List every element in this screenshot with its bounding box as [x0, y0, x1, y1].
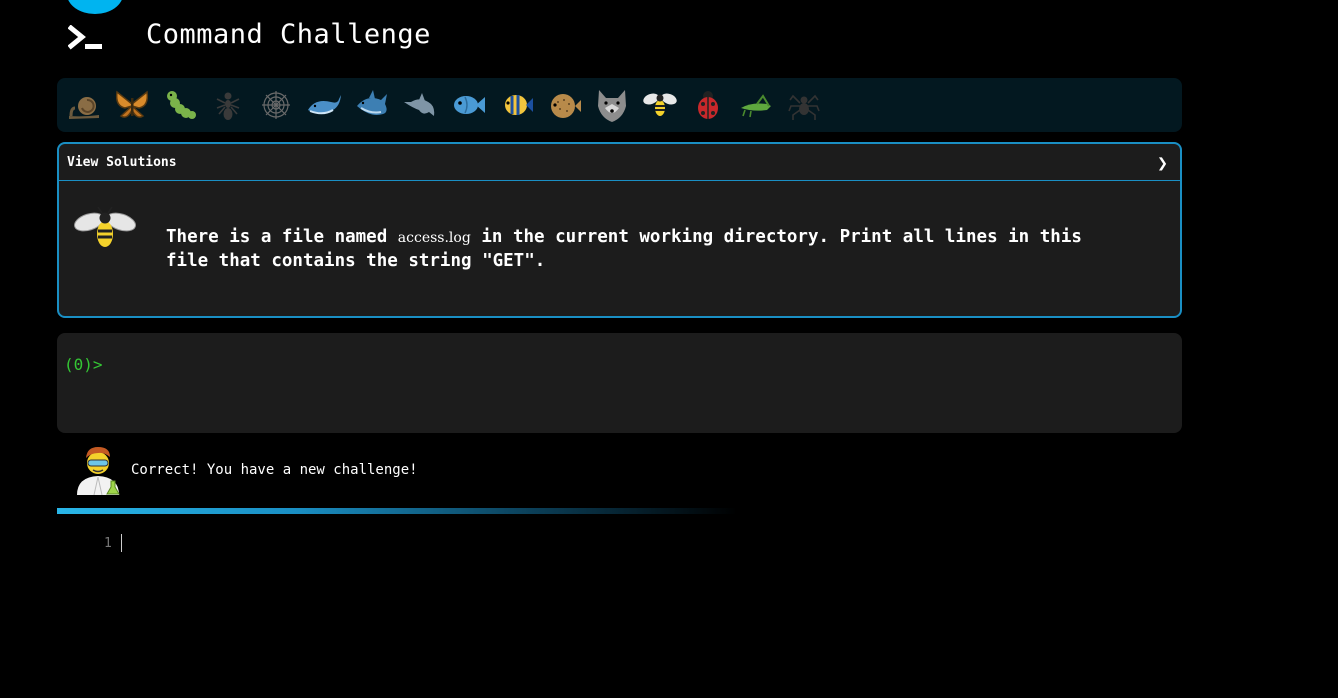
- fish-icon[interactable]: [449, 86, 487, 124]
- snail-icon[interactable]: [65, 86, 103, 124]
- status-text: Correct! You have a new challenge!: [131, 462, 418, 478]
- bee-icon[interactable]: [641, 86, 679, 124]
- ant-icon[interactable]: [209, 86, 247, 124]
- line-number: 1: [104, 536, 112, 551]
- terminal-prompt: (0)>: [64, 355, 103, 374]
- terminal-input[interactable]: (0)>: [57, 333, 1182, 433]
- app-title: Command Challenge: [146, 19, 431, 50]
- top-accent-shape: [67, 0, 123, 14]
- caterpillar-icon[interactable]: [161, 86, 199, 124]
- text-cursor: [121, 534, 122, 552]
- progress-bar: [57, 508, 737, 514]
- spider-web-icon[interactable]: [257, 86, 295, 124]
- ladybug-icon[interactable]: [689, 86, 727, 124]
- tropical-fish-icon[interactable]: [497, 86, 535, 124]
- dolphin-icon[interactable]: [401, 86, 439, 124]
- pufferfish-icon[interactable]: [545, 86, 583, 124]
- terminal-prompt-icon: [68, 25, 102, 50]
- bee-icon: [74, 206, 136, 247]
- cricket-icon[interactable]: [737, 86, 775, 124]
- challenge-panel: View Solutions ❯ There is a file named a…: [57, 142, 1182, 318]
- chevron-right-icon: ❯: [1157, 153, 1168, 174]
- task-text-before: There is a file named: [166, 227, 398, 247]
- spider-icon[interactable]: [785, 86, 823, 124]
- challenge-description: There is a file named access.log in the …: [166, 226, 1126, 273]
- challenge-critter-bar: [57, 78, 1182, 132]
- view-solutions-toggle[interactable]: View Solutions ❯: [59, 144, 1180, 181]
- task-filename: access.log: [397, 230, 471, 246]
- shark-icon[interactable]: [353, 86, 391, 124]
- scientist-avatar-icon: [77, 447, 120, 495]
- view-solutions-label: View Solutions: [67, 155, 177, 170]
- whale-icon[interactable]: [305, 86, 343, 124]
- wolf-icon[interactable]: [593, 86, 631, 124]
- code-editor[interactable]: 1: [57, 530, 1182, 560]
- butterfly-icon[interactable]: [113, 86, 151, 124]
